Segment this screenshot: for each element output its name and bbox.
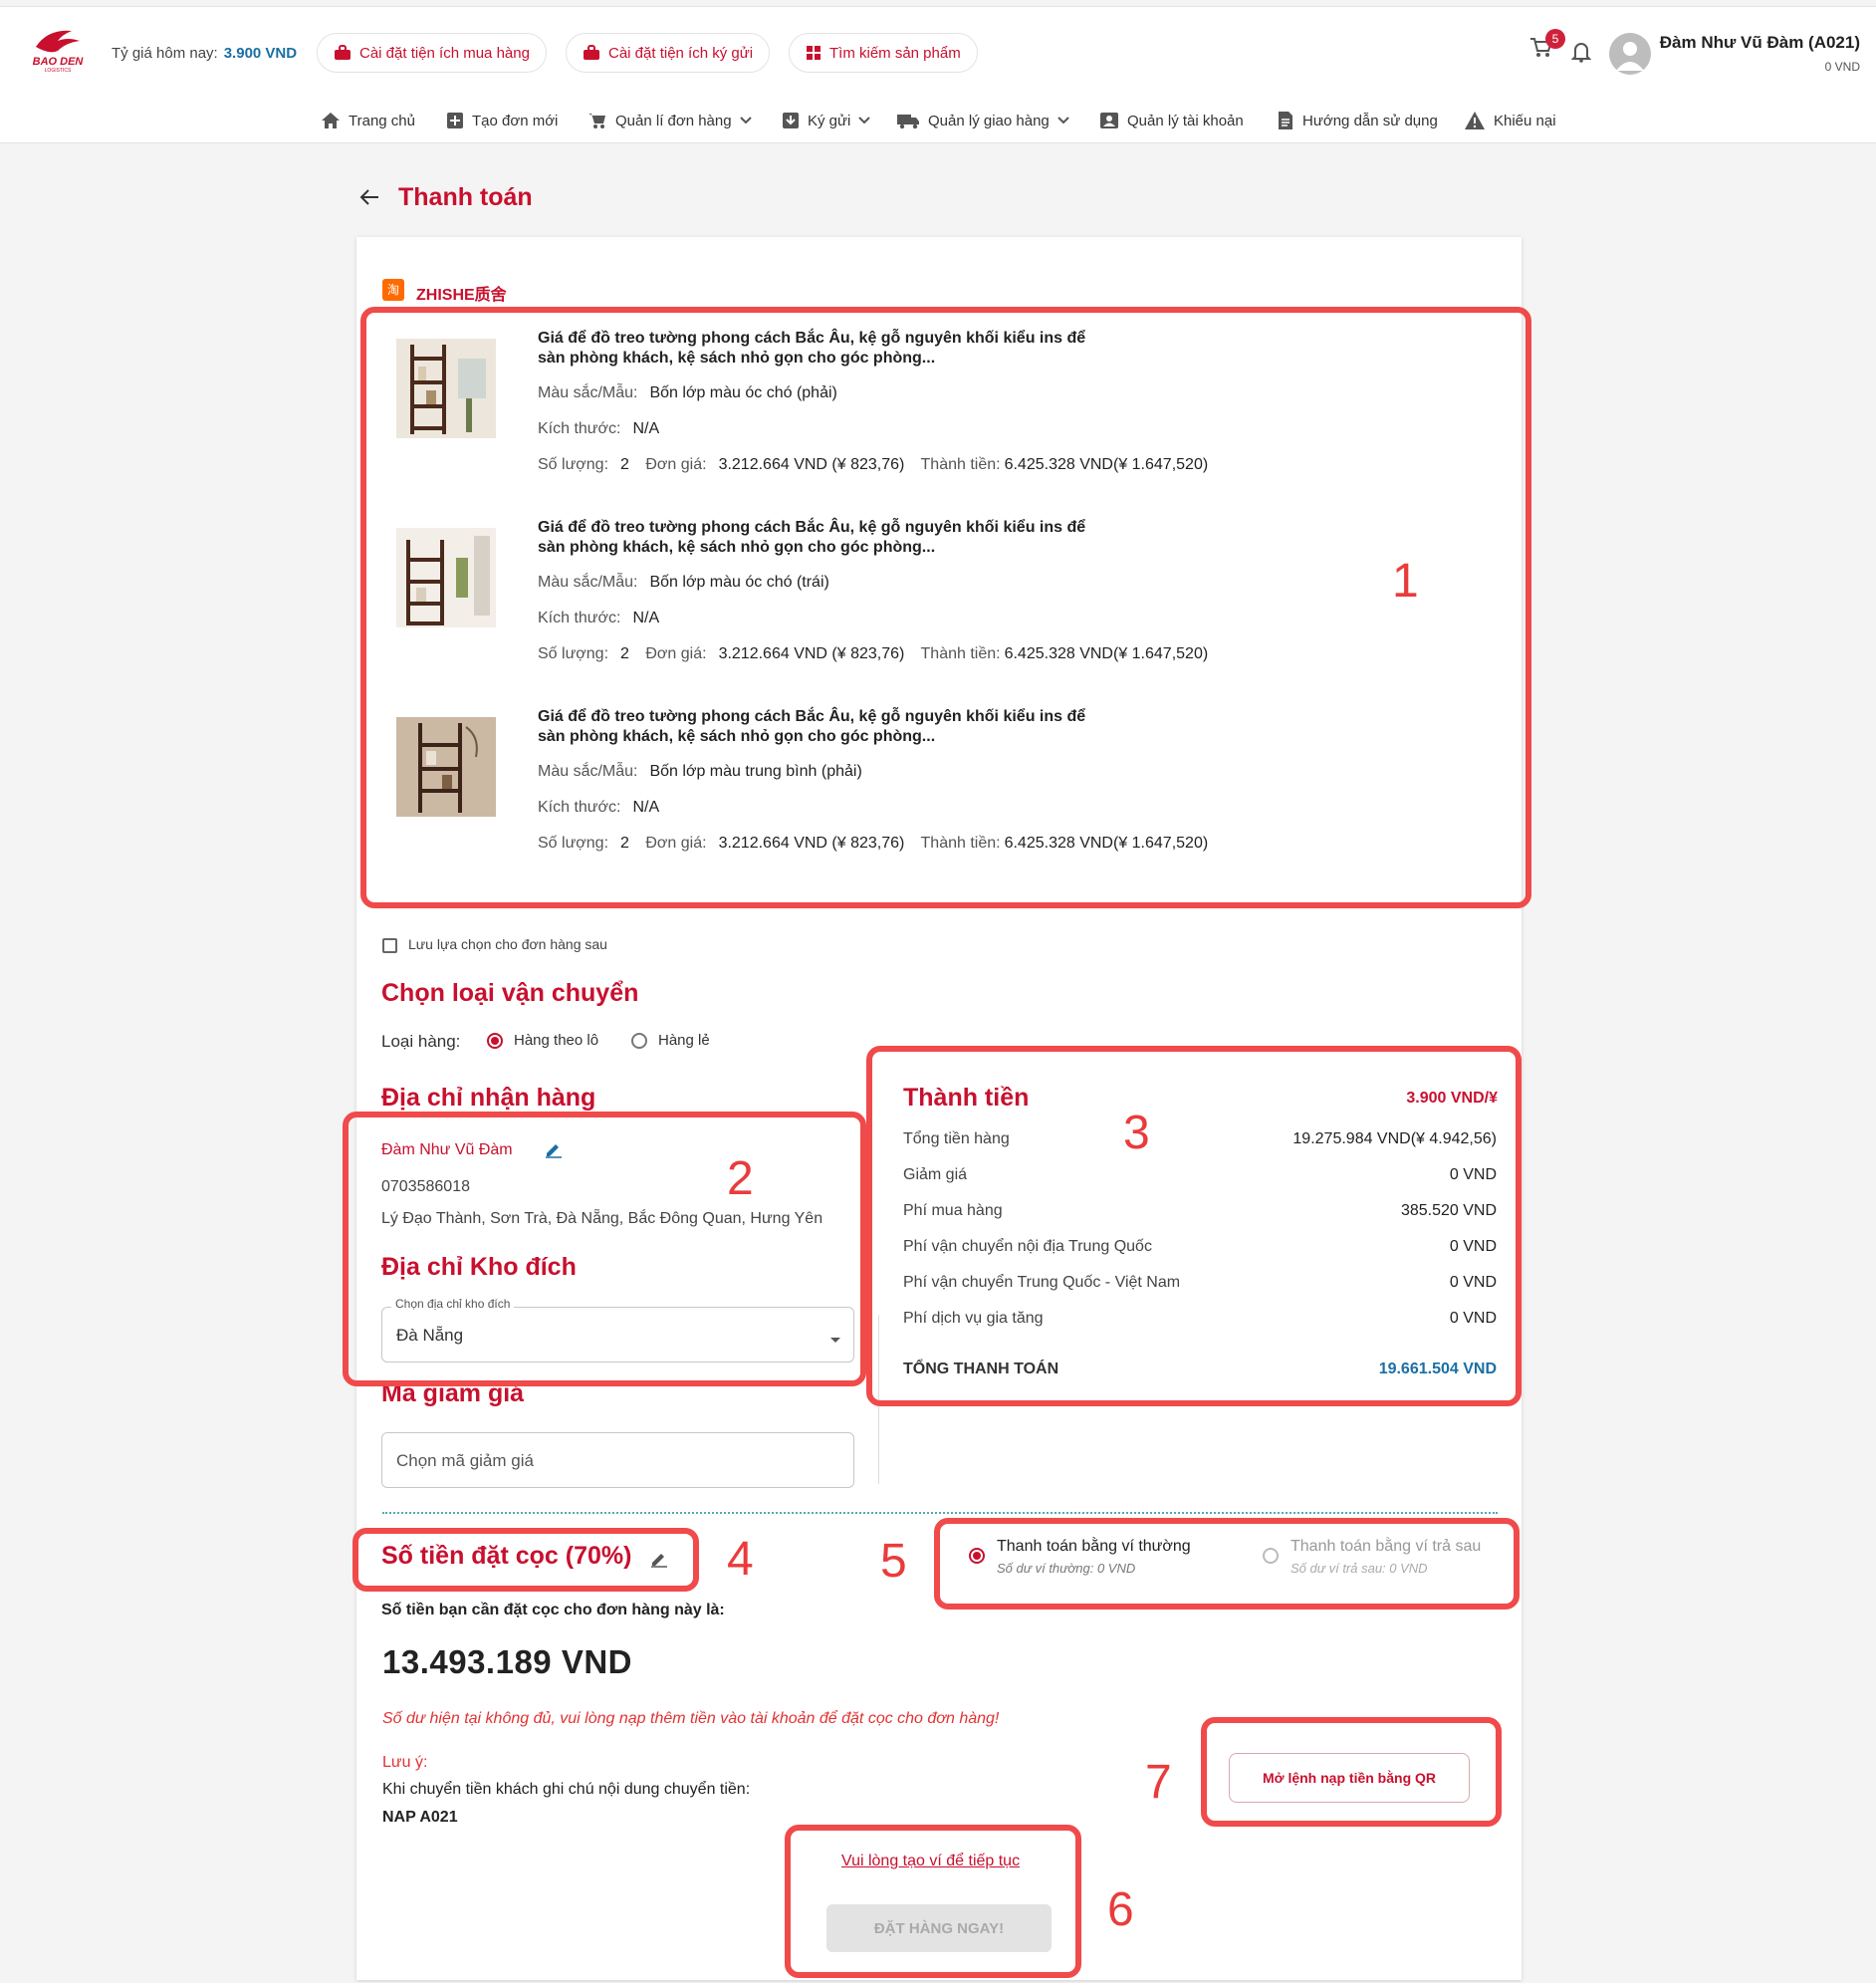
bao-den-logo[interactable]: BAO DEN LOGISTICS xyxy=(28,25,88,74)
nav-consign-label: Ký gửi xyxy=(808,112,851,129)
annotation-number-1: 1 xyxy=(1392,555,1419,608)
chevron-down-icon xyxy=(858,117,871,124)
exchange-rate-value: 3.900 VND xyxy=(223,45,298,62)
plus-box-icon xyxy=(447,113,463,128)
annotation-number-6: 6 xyxy=(1107,1883,1134,1936)
annotation-box-4 xyxy=(352,1528,699,1592)
annotation-number-5: 5 xyxy=(880,1535,907,1588)
cart-icon xyxy=(588,114,605,128)
insufficient-balance-warning: Số dư hiện tại không đủ, vui lòng nạp th… xyxy=(382,1710,1000,1727)
buy-extension-button[interactable]: Cài đặt tiện ích mua hàng xyxy=(317,33,547,73)
product-search-button[interactable]: Tìm kiếm sản phẩm xyxy=(789,33,978,73)
nav-delivery-label: Quản lý giao hàng xyxy=(928,112,1050,129)
product-search-label: Tìm kiếm sản phẩm xyxy=(829,44,961,62)
nav-home[interactable]: Trang chủ xyxy=(321,105,415,136)
shop-name[interactable]: ZHISHE质舍 xyxy=(416,281,507,305)
note-label: Lưu ý: xyxy=(382,1754,428,1771)
nav-guide-label: Hướng dẫn sử dụng xyxy=(1302,112,1438,129)
taobao-icon: 淘 xyxy=(382,279,404,301)
consign-extension-label: Cài đặt tiện ích ký gửi xyxy=(608,44,754,62)
gift-icon xyxy=(584,45,599,60)
svg-text:BAO DEN: BAO DEN xyxy=(33,56,85,68)
page-title: Thanh toán xyxy=(398,183,533,211)
exchange-rate: Tỷ giá hôm nay: 3.900 VND xyxy=(112,45,297,62)
cart-count-badge: 5 xyxy=(1545,29,1565,49)
exchange-rate-label: Tỷ giá hôm nay: xyxy=(112,45,218,62)
note-text: Khi chuyển tiền khách ghi chú nội dung c… xyxy=(382,1781,751,1798)
chevron-down-icon xyxy=(739,117,752,124)
batch-goods-radio[interactable] xyxy=(487,1033,503,1049)
warning-icon xyxy=(1465,112,1485,129)
user-name[interactable]: Đàm Như Vũ Đàm (A021) xyxy=(1660,33,1860,53)
retail-goods-radio[interactable] xyxy=(631,1033,647,1049)
gift-icon xyxy=(335,45,351,60)
deposit-amount: 13.493.189 VND xyxy=(382,1643,633,1680)
section-divider xyxy=(382,1512,1498,1514)
grid-icon xyxy=(807,46,821,60)
account-box-icon xyxy=(1100,113,1118,128)
save-choice-label: Lưu lựa chọn cho đơn hàng sau xyxy=(408,936,607,952)
consign-extension-button[interactable]: Cài đặt tiện ích ký gửi xyxy=(566,33,771,73)
nav-account-label: Quản lý tài khoản xyxy=(1127,112,1244,129)
shipping-title: Chọn loại vận chuyển xyxy=(381,979,639,1007)
nav-orders-label: Quản lí đơn hàng xyxy=(615,112,732,129)
annotation-box-1 xyxy=(360,307,1531,908)
annotation-box-3 xyxy=(866,1046,1522,1406)
discount-placeholder: Chọn mã giảm giá xyxy=(396,1451,534,1470)
document-icon xyxy=(1279,112,1292,129)
nav-complaint[interactable]: Khiếu nại xyxy=(1464,105,1556,136)
chevron-down-icon xyxy=(1057,117,1069,124)
deposit-description: Số tiền bạn cần đặt cọc cho đơn hàng này… xyxy=(381,1602,725,1618)
nav-guide[interactable]: Hướng dẫn sử dụng xyxy=(1277,105,1438,136)
nav-orders[interactable]: Quản lí đơn hàng xyxy=(587,105,752,136)
download-box-icon xyxy=(783,113,799,128)
shipping-type-label: Loại hàng: xyxy=(381,1032,461,1051)
avatar[interactable] xyxy=(1609,33,1651,75)
annotation-number-2: 2 xyxy=(727,1152,754,1205)
annotation-box-7 xyxy=(1201,1717,1502,1827)
annotation-number-7: 7 xyxy=(1145,1756,1172,1809)
annotation-number-4: 4 xyxy=(727,1533,754,1586)
nav-new-order[interactable]: Tạo đơn mới xyxy=(446,105,558,136)
discount-input[interactable]: Chọn mã giảm giá xyxy=(381,1432,854,1488)
nav-new-order-label: Tạo đơn mới xyxy=(472,112,559,129)
nav-consign[interactable]: Ký gửi xyxy=(782,105,871,136)
annotation-box-2 xyxy=(343,1112,866,1386)
nav-account[interactable]: Quản lý tài khoản xyxy=(1099,105,1244,136)
retail-goods-label: Hàng lẻ xyxy=(658,1032,710,1049)
save-choice-checkbox[interactable] xyxy=(382,938,397,953)
address-title: Địa chỉ nhận hàng xyxy=(381,1084,596,1112)
bell-icon[interactable] xyxy=(1570,41,1592,68)
annotation-box-6 xyxy=(785,1825,1081,1978)
annotation-number-3: 3 xyxy=(1123,1107,1150,1159)
nav-complaint-label: Khiếu nại xyxy=(1494,112,1556,129)
svg-text:LOGISTICS: LOGISTICS xyxy=(45,68,72,73)
annotation-box-5 xyxy=(934,1518,1520,1610)
user-balance: 0 VND xyxy=(1824,60,1860,74)
top-header: BAO DEN LOGISTICS Tỷ giá hôm nay: 3.900 V… xyxy=(0,6,1876,143)
truck-icon xyxy=(897,115,919,129)
batch-goods-label: Hàng theo lô xyxy=(514,1032,599,1049)
buy-extension-label: Cài đặt tiện ích mua hàng xyxy=(359,44,530,62)
home-icon xyxy=(322,113,340,128)
back-arrow-icon[interactable] xyxy=(358,187,380,212)
nav-home-label: Trang chủ xyxy=(349,112,415,129)
transfer-code: NAP A021 xyxy=(382,1809,458,1826)
nav-delivery[interactable]: Quản lý giao hàng xyxy=(896,105,1069,136)
